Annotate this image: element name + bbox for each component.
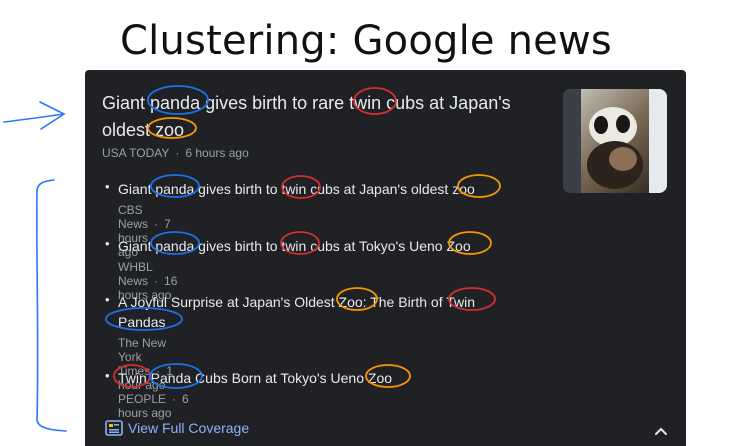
meta-separator: · (154, 217, 159, 231)
news-cluster-card: Giant panda gives birth to rare twin cub… (85, 70, 686, 446)
meta-separator: · (172, 392, 177, 406)
lead-source: USA TODAY (102, 146, 170, 160)
story-source: CBS News (118, 203, 149, 231)
bullet: • (105, 368, 110, 383)
bullet: • (105, 179, 110, 194)
story-meta: PEOPLE · 6 hours ago (118, 392, 189, 420)
chevron-up-icon[interactable] (653, 425, 669, 437)
slide-title: Clustering: Google news (120, 18, 612, 64)
view-full-coverage-label: View Full Coverage (128, 420, 250, 436)
lead-meta: USA TODAY · 6 hours ago (102, 146, 249, 160)
thumbnail-image[interactable] (563, 89, 667, 193)
meta-separator: · (154, 274, 159, 288)
story-source: WHBL News (118, 260, 153, 288)
bullet: • (105, 236, 110, 251)
story-title[interactable]: A Joyful Surprise at Japan's Oldest Zoo:… (118, 292, 508, 332)
lead-headline-link[interactable]: Giant panda gives birth to rare twin cub… (102, 90, 542, 144)
story-title[interactable]: Giant panda gives birth to twin cubs at … (118, 236, 508, 256)
lead-time: 6 hours ago (185, 146, 249, 160)
arrow-annotation (3, 101, 66, 130)
bracket-annotation (35, 179, 67, 432)
story-source: PEOPLE (118, 392, 167, 406)
slide: Clustering: Google news Giant panda give… (0, 0, 752, 446)
story-title[interactable]: Giant panda gives birth to twin cubs at … (118, 179, 508, 199)
annotations-left (3, 101, 67, 432)
full-coverage-icon (105, 420, 123, 436)
bullet: • (105, 292, 110, 307)
meta-separator: · (175, 146, 180, 160)
story-title[interactable]: Twin Panda Cubs Born at Tokyo's Ueno Zoo (118, 368, 508, 388)
view-full-coverage-link[interactable]: View Full Coverage (105, 420, 249, 436)
